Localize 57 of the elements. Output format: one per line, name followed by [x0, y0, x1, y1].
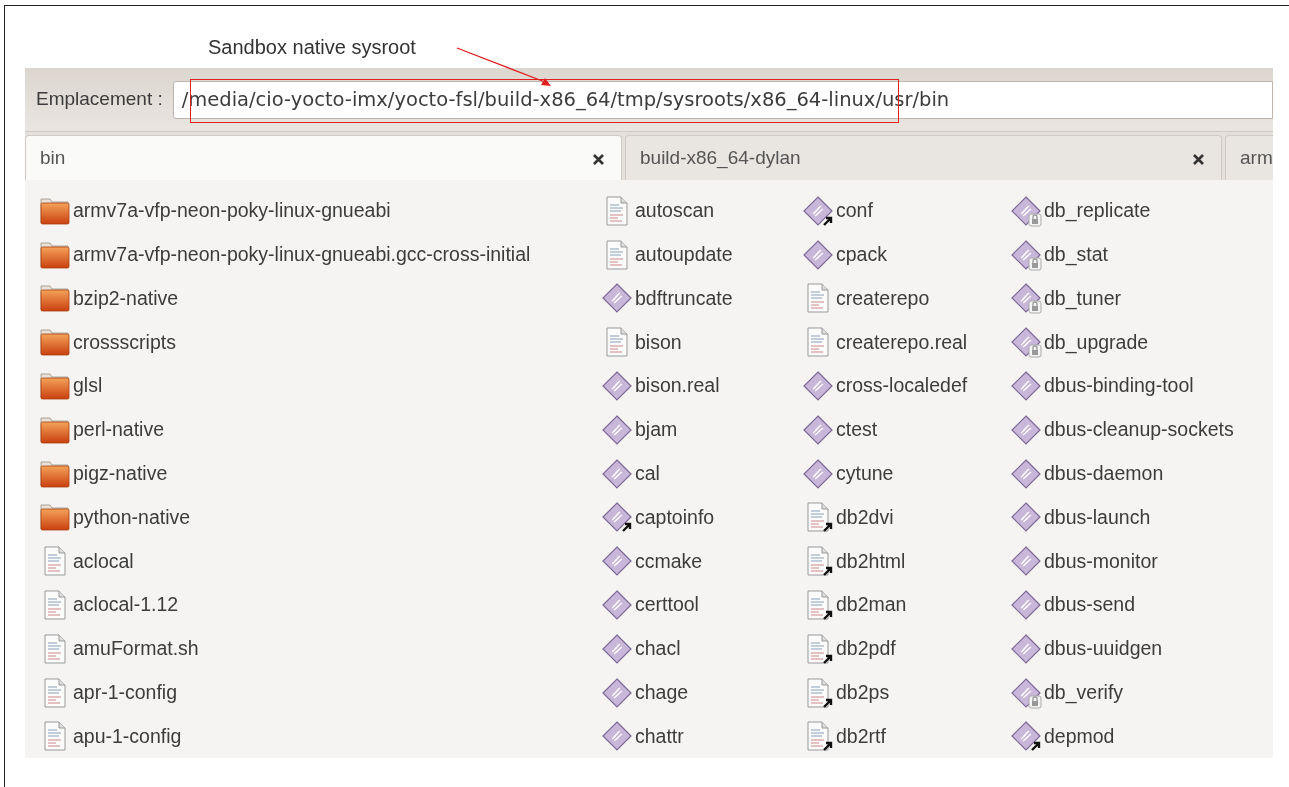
file-name[interactable]: dbus-uuidgen	[1044, 634, 1163, 664]
tab[interactable]: arm	[1225, 135, 1273, 180]
file-name[interactable]: apr-1-config	[73, 678, 178, 708]
file-name[interactable]: armv7a-vfp-neon-poky-linux-gnueabi.gcc-cross-initial	[73, 240, 531, 270]
tab[interactable]: build-x86_64-dylan	[625, 135, 1222, 180]
file-name[interactable]: ctest	[836, 415, 878, 445]
file-name[interactable]: db2pdf	[836, 634, 896, 664]
file-name[interactable]: chattr	[635, 721, 684, 752]
annotation-label: Sandbox native sysroot	[208, 35, 416, 59]
file-name[interactable]: glsl	[73, 371, 103, 401]
file-name[interactable]: dbus-daemon	[1044, 459, 1164, 489]
file-name[interactable]: amuFormat.sh	[73, 634, 199, 664]
file-name[interactable]: cal	[635, 459, 660, 489]
file-name[interactable]: apu-1-config	[73, 721, 182, 752]
file-name[interactable]: depmod	[1044, 721, 1115, 752]
file-name[interactable]: bdftruncate	[635, 283, 733, 314]
file-name[interactable]: createrepo	[836, 283, 930, 314]
file-name[interactable]: bison	[635, 327, 682, 357]
file-name[interactable]: ccmake	[635, 546, 703, 576]
file-name[interactable]: db2man	[836, 590, 907, 620]
file-name[interactable]: db_stat	[1044, 240, 1108, 270]
file-name[interactable]: dbus-monitor	[1044, 546, 1158, 576]
file-name[interactable]: bjam	[635, 415, 678, 445]
file-name[interactable]: dbus-launch	[1044, 502, 1151, 533]
file-name[interactable]: cross-localedef	[836, 371, 968, 401]
file-name[interactable]: db_upgrade	[1044, 327, 1149, 357]
file-name[interactable]: db2html	[836, 546, 906, 576]
file-name[interactable]: db_tuner	[1044, 283, 1121, 314]
file-name[interactable]: autoupdate	[635, 240, 733, 270]
file-name[interactable]: python-native	[73, 502, 191, 533]
file-name[interactable]: autoscan	[635, 196, 715, 226]
file-name[interactable]: bison.real	[635, 371, 720, 401]
file-name[interactable]: db_verify	[1044, 678, 1124, 708]
file-name[interactable]: cytune	[836, 459, 894, 489]
file-name[interactable]: captoinfo	[635, 502, 715, 533]
file-name[interactable]: chacl	[635, 634, 681, 664]
file-name[interactable]: bzip2-native	[73, 283, 179, 314]
file-name[interactable]: armv7a-vfp-neon-poky-linux-gnueabi	[73, 196, 391, 226]
file-name[interactable]: certtool	[635, 590, 699, 620]
file-name[interactable]: db2dvi	[836, 502, 894, 533]
file-name[interactable]: cpack	[836, 240, 887, 270]
file-name[interactable]: conf	[836, 196, 873, 226]
file-name[interactable]: dbus-binding-tool	[1044, 371, 1194, 401]
file-name[interactable]: db2ps	[836, 678, 890, 708]
tab[interactable]: bin	[25, 135, 622, 180]
location-label: Emplacement :	[36, 87, 163, 112]
file-name[interactable]: crossscripts	[73, 327, 176, 357]
file-name[interactable]: dbus-send	[1044, 590, 1136, 620]
file-name[interactable]: pigz-native	[73, 459, 168, 489]
file-name[interactable]: chage	[635, 678, 689, 708]
file-name[interactable]: db_replicate	[1044, 196, 1151, 226]
file-name[interactable]: db2rtf	[836, 721, 886, 752]
file-name[interactable]: createrepo.real	[836, 327, 968, 357]
file-name[interactable]: dbus-cleanup-sockets	[1044, 415, 1234, 445]
file-name[interactable]: perl-native	[73, 415, 165, 445]
file-name[interactable]: aclocal-1.12	[73, 590, 179, 620]
file-name[interactable]: aclocal	[73, 546, 134, 576]
